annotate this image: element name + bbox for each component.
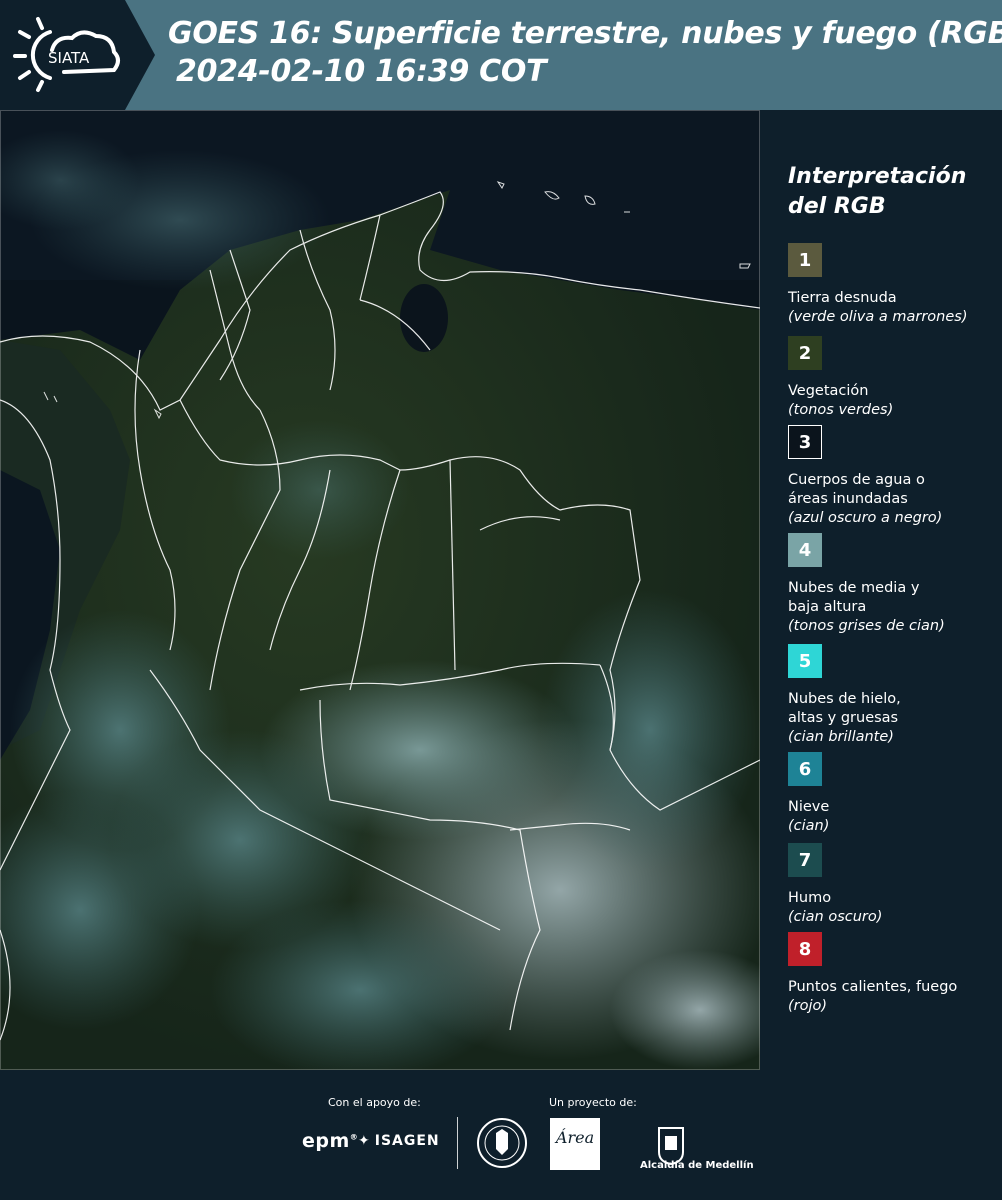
legend-swatch-4: 4 <box>788 533 822 567</box>
legend-swatch-6: 6 <box>788 752 822 786</box>
legend-item-8: 8 Puntos calientes, fuego (rojo) <box>788 932 998 1016</box>
legend-swatch-5: 5 <box>788 644 822 678</box>
legend-label: Puntos calientes, fuego <box>788 979 958 995</box>
siata-logo-text: SIATA <box>48 49 90 67</box>
siata-logo: SIATA <box>0 0 155 110</box>
legend-note: (verde oliva a marrones) <box>788 309 968 325</box>
epm-logo: epm® <box>302 1130 359 1152</box>
legend-item-7: 7 Humo (cian oscuro) <box>788 843 998 927</box>
legend-note: (cian brillante) <box>788 729 894 745</box>
support-label: Con el apoyo de: <box>328 1096 421 1109</box>
legend-item-2: 2 Vegetación (tonos verdes) <box>788 336 998 420</box>
legend-label: Tierra desnuda <box>788 290 897 306</box>
siata-sun-cloud-icon: SIATA <box>13 17 120 92</box>
legend-label: Nubes de hielo, altas y gruesas <box>788 691 901 726</box>
page-title: GOES 16: Superficie terrestre, nubes y f… <box>168 16 1002 51</box>
legend-note: (rojo) <box>788 998 828 1014</box>
legend-label: Nubes de media y baja altura <box>788 580 920 615</box>
legend-swatch-2: 2 <box>788 336 822 370</box>
legend-label: Nieve <box>788 799 830 815</box>
legend-item-1: 1 Tierra desnuda (verde oliva a marrones… <box>788 243 998 327</box>
legend-note: (tonos verdes) <box>788 402 894 418</box>
footer-bar: Con el apoyo de: Un proyecto de: epm® ✦ I… <box>0 1070 1002 1200</box>
legend-item-3: 3 Cuerpos de agua o áreas inundadas (azu… <box>788 425 998 528</box>
legend-note: (azul oscuro a negro) <box>788 510 943 526</box>
page-timestamp: 2024-02-10 16:39 COT <box>176 54 547 89</box>
legend-item-5: 5 Nubes de hielo, altas y gruesas (cian … <box>788 644 998 747</box>
area-metropolitana-logo: Área <box>550 1118 600 1170</box>
legend-swatch-1: 1 <box>788 243 822 277</box>
legend-item-6: 6 Nieve (cian) <box>788 752 998 836</box>
rgb-composite-image <box>0 110 760 1070</box>
isagen-mark-icon: ✦ <box>358 1133 371 1149</box>
footer-divider <box>457 1117 458 1169</box>
legend-swatch-3: 3 <box>788 425 822 459</box>
legend-title: Interpretación del RGB <box>788 164 967 219</box>
project-label: Un proyecto de: <box>549 1096 637 1109</box>
legend-swatch-7: 7 <box>788 843 822 877</box>
header-bar: SIATA GOES 16: Superficie terrestre, nub… <box>0 0 1002 110</box>
isagen-logo: ✦ ISAGEN <box>358 1133 440 1149</box>
legend-note: (tonos grises de cian) <box>788 618 945 634</box>
legend-swatch-8: 8 <box>788 932 822 966</box>
rgb-legend-panel: Interpretación del RGB 1 Tierra desnuda … <box>770 110 1002 1070</box>
legend-label: Humo <box>788 890 832 906</box>
alcaldia-medellin-label: Alcaldía de Medellín <box>640 1160 754 1171</box>
satellite-map <box>0 110 760 1070</box>
university-seal-icon <box>477 1118 527 1168</box>
legend-note: (cian oscuro) <box>788 909 883 925</box>
legend-label: Vegetación <box>788 383 869 399</box>
legend-label: Cuerpos de agua o áreas inundadas <box>788 472 925 507</box>
legend-item-4: 4 Nubes de media y baja altura (tonos gr… <box>788 533 998 636</box>
legend-note: (cian) <box>788 818 830 834</box>
